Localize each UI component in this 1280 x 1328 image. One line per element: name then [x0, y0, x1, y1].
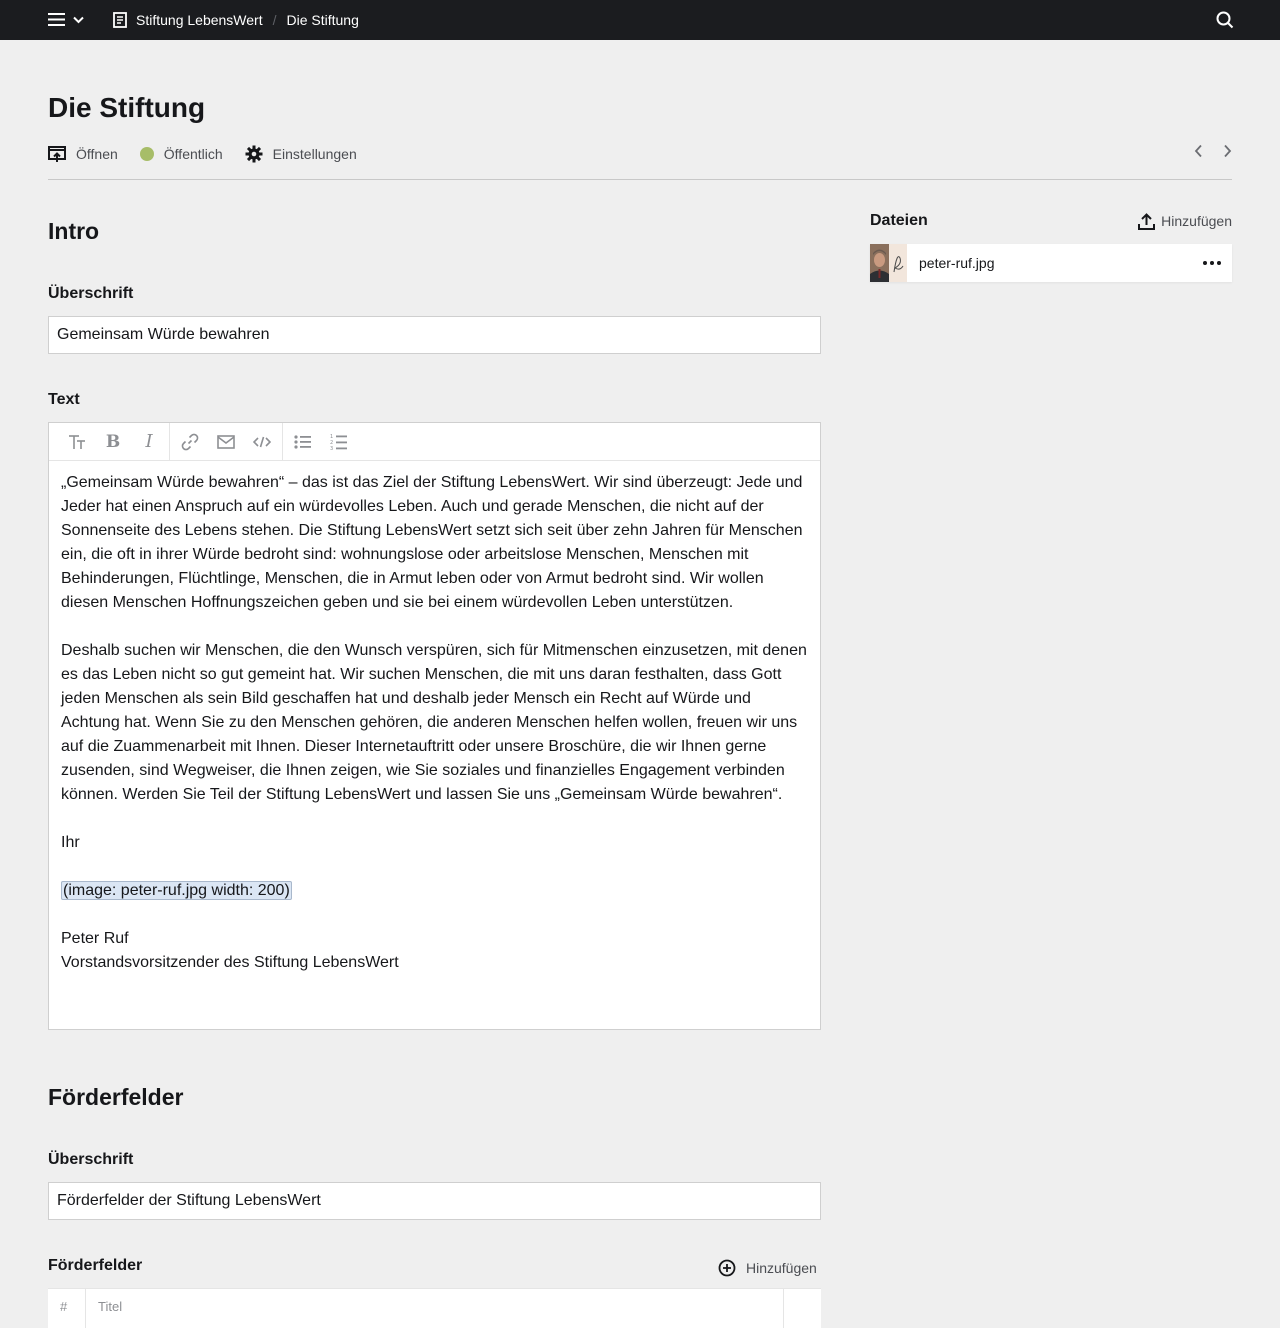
- status-button[interactable]: Öffentlich: [139, 146, 223, 162]
- menu-toggle-button[interactable]: [48, 12, 84, 27]
- intro-text-label: Text: [48, 391, 80, 408]
- editor-content[interactable]: „Gemeinsam Würde bewahren“ – das ist das…: [49, 461, 820, 985]
- file-options-button[interactable]: [1192, 261, 1232, 265]
- open-button[interactable]: Öffnen: [48, 145, 118, 163]
- breadcrumb-page[interactable]: Die Stiftung: [287, 12, 359, 28]
- page-navigation: [1194, 144, 1232, 158]
- add-file-label: Hinzufügen: [1161, 213, 1232, 229]
- email-icon: [217, 434, 235, 449]
- intro-heading-label: Überschrift: [48, 285, 134, 302]
- file-name: peter-ruf.jpg: [919, 255, 995, 271]
- text-editor: B I 123 „Gemeinsam Würde bewahren“ – das…: [48, 422, 821, 1030]
- link-button[interactable]: [172, 424, 208, 460]
- page-icon: [113, 12, 127, 28]
- page-actions: Öffnen Öffentlich Einstellungen: [48, 143, 379, 165]
- foerderfelder-section-title: Förderfelder: [48, 1084, 184, 1110]
- ordered-list-icon: 123: [330, 434, 347, 451]
- link-icon: [181, 433, 199, 450]
- hamburger-icon: [48, 13, 65, 26]
- intro-heading-input[interactable]: [48, 316, 821, 354]
- heading-icon: [69, 434, 85, 449]
- bold-icon: B: [105, 431, 121, 452]
- add-file-button[interactable]: Hinzufügen: [1138, 212, 1232, 230]
- status-dot-icon: [139, 147, 154, 161]
- add-circle-icon: [718, 1259, 736, 1277]
- search-icon: [1216, 11, 1234, 29]
- bold-button[interactable]: B: [95, 424, 131, 460]
- heading-button[interactable]: [59, 424, 95, 460]
- code-icon: [253, 436, 271, 447]
- foerderfelder-table-header: # Titel: [48, 1288, 821, 1328]
- foerderfelder-heading-label: Überschrift: [48, 1151, 134, 1168]
- signature: Peter Ruf Vorstandsvorsitzender des Stif…: [61, 927, 808, 975]
- upload-icon: [1138, 212, 1156, 230]
- editor-toolbar: B I 123: [49, 422, 820, 461]
- signature-name: Peter Ruf: [61, 930, 129, 947]
- italic-icon: I: [145, 431, 153, 452]
- bullet-list-button[interactable]: [285, 424, 321, 460]
- topbar: Stiftung LebensWert / Die Stiftung: [0, 0, 1280, 40]
- breadcrumb-site[interactable]: Stiftung LebensWert: [136, 12, 263, 28]
- image-tag-paragraph: (image: peter-ruf.jpg width: 200): [61, 879, 808, 903]
- chevron-down-icon: [73, 16, 84, 23]
- add-foerderfeld-label: Hinzufügen: [746, 1260, 817, 1276]
- file-item[interactable]: peter-ruf.jpg: [870, 244, 1232, 282]
- foerderfelder-list-label: Förderfelder: [48, 1257, 143, 1274]
- column-header-number: #: [48, 1289, 86, 1328]
- toolbar-separator: [169, 422, 170, 461]
- italic-button[interactable]: I: [131, 424, 167, 460]
- next-page-button[interactable]: [1223, 144, 1232, 158]
- intro-section-title: Intro: [48, 218, 100, 244]
- image-tag[interactable]: (image: peter-ruf.jpg width: 200): [61, 881, 292, 900]
- file-thumbnail: [870, 244, 907, 282]
- foerderfelder-heading-input[interactable]: [48, 1182, 821, 1220]
- previous-page-button[interactable]: [1194, 144, 1203, 158]
- files-title: Dateien: [870, 212, 928, 229]
- status-label: Öffentlich: [163, 146, 223, 162]
- ordered-list-button[interactable]: 123: [321, 424, 357, 460]
- bullet-list-icon: [294, 434, 311, 449]
- text-paragraph: Deshalb suchen wir Menschen, die den Wun…: [61, 642, 807, 803]
- text-paragraph: Ihr: [61, 834, 80, 851]
- email-button[interactable]: [208, 424, 244, 460]
- header-divider: [48, 179, 1232, 180]
- column-header-options: [783, 1289, 821, 1328]
- chevron-right-icon: [1224, 144, 1232, 158]
- text-paragraph: „Gemeinsam Würde bewahren“ – das ist das…: [61, 474, 803, 611]
- code-button[interactable]: [244, 424, 280, 460]
- files-header: Dateien Hinzufügen: [870, 212, 1232, 230]
- page-title: Die Stiftung: [48, 92, 206, 123]
- breadcrumb-separator: /: [272, 12, 277, 28]
- toolbar-separator: [282, 422, 283, 461]
- gear-icon: [245, 145, 263, 163]
- signature-role: Vorstandsvorsitzender des Stiftung Leben…: [61, 954, 399, 971]
- breadcrumb: Stiftung LebensWert / Die Stiftung: [113, 0, 359, 40]
- add-foerderfeld-button[interactable]: Hinzufügen: [718, 1259, 817, 1277]
- search-button[interactable]: [1216, 11, 1234, 34]
- chevron-left-icon: [1194, 144, 1202, 158]
- svg-text:3: 3: [330, 446, 333, 451]
- more-options-icon: [1203, 261, 1221, 265]
- settings-label: Einstellungen: [272, 146, 357, 162]
- column-header-title: Titel: [98, 1299, 123, 1314]
- open-icon: [48, 145, 66, 162]
- settings-button[interactable]: Einstellungen: [245, 145, 357, 163]
- portrait-thumbnail: [870, 244, 907, 282]
- open-label: Öffnen: [76, 146, 118, 162]
